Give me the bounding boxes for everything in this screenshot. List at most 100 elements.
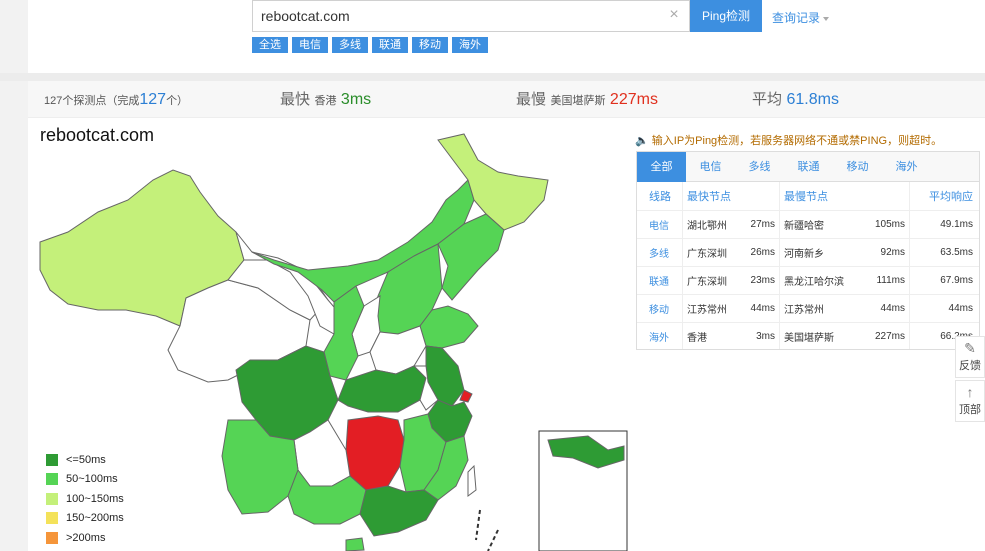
- table-row: 电信 湖北鄂州 27ms 新疆哈密 105ms 49.1ms: [637, 211, 979, 239]
- row-average: 49.1ms: [909, 211, 979, 238]
- header-slowest-label: 最慢节点: [784, 191, 828, 203]
- legend-swatch-4: [46, 512, 58, 525]
- legend-swatch-2: [46, 473, 58, 486]
- region-hubei[interactable]: [337, 365, 427, 413]
- arrow-up-icon: ↑: [966, 384, 974, 400]
- left-gutter: [0, 0, 28, 551]
- chevron-down-icon: [823, 16, 830, 21]
- header-fastest-label: 最快节点: [687, 191, 731, 203]
- fast-location: 香港: [687, 333, 707, 344]
- clear-icon[interactable]: ×: [667, 7, 681, 23]
- table-row: 海外 香港3ms 美国堪萨斯227ms 66.2ms: [637, 323, 979, 349]
- legend-swatch-1: [46, 453, 58, 466]
- row-average: 63.5ms: [909, 239, 979, 266]
- history-dropdown[interactable]: 查询记录: [772, 9, 830, 26]
- search-input[interactable]: [253, 1, 663, 31]
- fast-ms: 3ms: [756, 331, 775, 342]
- ping-button[interactable]: Ping检测: [690, 0, 762, 32]
- feedback-button[interactable]: ✎ 反馈: [955, 336, 985, 378]
- speaker-icon: 🔈: [635, 135, 649, 147]
- fastest-value: 3ms: [340, 91, 372, 108]
- legend-label-1: <=50ms: [66, 453, 106, 466]
- legend-swatch-3: [46, 492, 58, 505]
- header-average: 平均响应: [909, 182, 979, 210]
- region-taiwan[interactable]: [467, 464, 477, 497]
- header-slowest: 最慢节点: [779, 182, 909, 210]
- slow-ms: 111ms: [876, 275, 905, 286]
- table-row: 联通 广东深圳 23ms 黑龙江哈尔滨 111ms 67.9ms: [637, 267, 979, 295]
- nodes-count: 127: [139, 91, 167, 108]
- row-line[interactable]: 电信: [637, 217, 682, 232]
- header-line: 线路: [649, 191, 671, 203]
- tab-mobile[interactable]: 移动: [833, 152, 882, 182]
- search-box: ×: [252, 0, 690, 32]
- fast-location: 广东深圳: [687, 277, 727, 288]
- fast-location: 湖北鄂州: [687, 221, 727, 232]
- table-row: 多线 广东深圳 26ms 河南新乡 92ms 63.5ms: [637, 239, 979, 267]
- legend-item-3: 100~150ms: [46, 489, 124, 509]
- slow-ms: 227ms: [874, 331, 905, 342]
- slow-location: 新疆哈密: [784, 221, 824, 232]
- slow-ms: 105ms: [874, 219, 905, 230]
- average-value: 61.8ms: [786, 91, 839, 108]
- fast-ms: 44ms: [750, 303, 775, 314]
- nodes-suffix: 个）: [166, 95, 189, 107]
- back-to-top-button[interactable]: ↑ 顶部: [955, 380, 985, 422]
- region-guangdong[interactable]: [359, 485, 439, 537]
- region-hunan[interactable]: [345, 415, 405, 491]
- legend-label-2: 50~100ms: [66, 473, 118, 486]
- region-hainan[interactable]: [345, 537, 365, 551]
- tab-multiline[interactable]: 多线: [735, 152, 784, 182]
- legend: <=50ms 50~100ms 100~150ms 150~200ms >200…: [46, 450, 124, 548]
- slow-ms: 92ms: [880, 247, 905, 258]
- slow-location: 江苏常州: [784, 305, 824, 316]
- legend-label-5: >200ms: [66, 531, 106, 544]
- tab-unicom[interactable]: 联通: [784, 152, 833, 182]
- filter-telecom[interactable]: 电信: [292, 37, 328, 53]
- row-fastest: 江苏常州 44ms: [682, 295, 779, 322]
- fast-ms: 23ms: [750, 275, 775, 286]
- fast-location: 江苏常州: [687, 305, 727, 316]
- row-line[interactable]: 移动: [637, 301, 682, 316]
- row-average: 44ms: [909, 295, 979, 322]
- legend-item-2: 50~100ms: [46, 470, 124, 490]
- row-line[interactable]: 海外: [637, 329, 682, 344]
- slow-location: 美国堪萨斯: [784, 333, 834, 344]
- filter-multiline[interactable]: 多线: [332, 37, 368, 53]
- stat-slowest: 最慢 美国堪萨斯 227ms: [516, 81, 658, 118]
- average-label: 平均: [752, 91, 783, 108]
- filter-unicom[interactable]: 联通: [372, 37, 408, 53]
- fast-ms: 26ms: [750, 247, 775, 258]
- legend-label-4: 150~200ms: [66, 512, 124, 525]
- slow-location: 黑龙江哈尔滨: [784, 277, 844, 288]
- row-slowest: 美国堪萨斯 227ms: [779, 323, 909, 349]
- filter-tags: 全选 电信 多线 联通 移动 海外: [252, 37, 488, 53]
- fast-ms: 27ms: [750, 219, 775, 230]
- filter-overseas[interactable]: 海外: [452, 37, 488, 53]
- header-divider: [0, 73, 985, 81]
- row-line[interactable]: 联通: [637, 273, 682, 288]
- fast-location: 广东深圳: [687, 249, 727, 260]
- legend-item-4: 150~200ms: [46, 509, 124, 529]
- filter-mobile[interactable]: 移动: [412, 37, 448, 53]
- filter-all[interactable]: 全选: [252, 37, 288, 53]
- slow-ms: 44ms: [880, 303, 905, 314]
- row-fastest: 广东深圳 26ms: [682, 239, 779, 266]
- row-line[interactable]: 多线: [637, 245, 682, 260]
- stat-fastest: 最快 香港 3ms: [280, 81, 371, 118]
- fastest-label: 最快: [280, 91, 311, 108]
- map-border-dashes: [475, 509, 499, 551]
- tab-telecom[interactable]: 电信: [686, 152, 735, 182]
- slowest-location: 美国堪萨斯: [550, 95, 606, 107]
- legend-swatch-5: [46, 531, 58, 544]
- notice-text: 输入IP为Ping检测，若服务器网络不通或禁PING，则超时。: [651, 135, 943, 147]
- edit-icon: ✎: [964, 340, 976, 356]
- tab-overseas[interactable]: 海外: [882, 152, 931, 182]
- feedback-label: 反馈: [959, 360, 981, 372]
- nodes-label: 127个探测点（完成: [44, 95, 140, 107]
- tab-all[interactable]: 全部: [637, 152, 686, 182]
- slowest-label: 最慢: [516, 91, 547, 108]
- row-fastest: 香港 3ms: [682, 323, 779, 349]
- map-title: rebootcat.com: [40, 125, 155, 145]
- row-slowest: 黑龙江哈尔滨 111ms: [779, 267, 909, 294]
